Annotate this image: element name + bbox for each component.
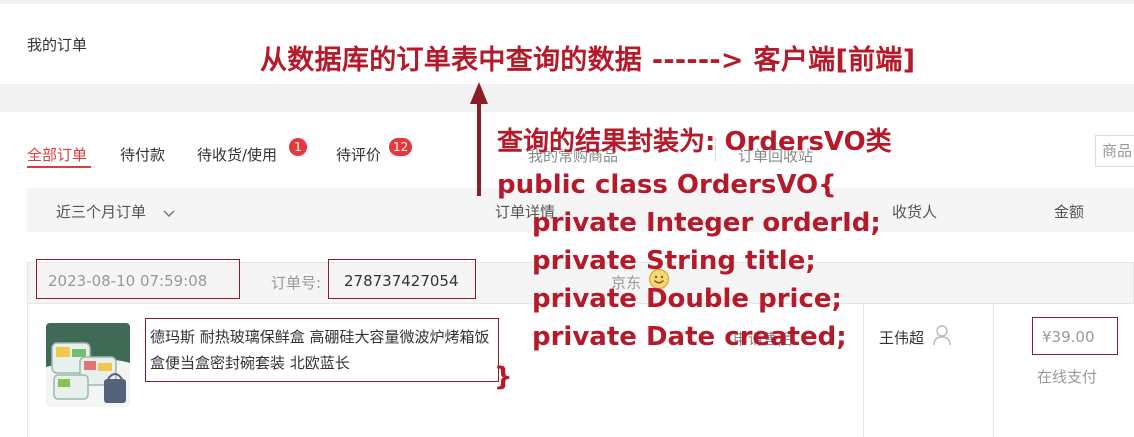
payment-method: 在线支付 bbox=[1037, 368, 1098, 386]
time-filter-dropdown[interactable]: 近三个月订单 bbox=[56, 201, 175, 222]
time-filter-label: 近三个月订单 bbox=[56, 203, 147, 221]
pending-review-badge: 12 bbox=[389, 138, 413, 156]
divider-band bbox=[0, 84, 1134, 112]
tab-pending-receipt[interactable]: 待收货/使用 bbox=[197, 144, 277, 165]
order-number-label: 订单号: bbox=[271, 274, 322, 292]
annotation-code-line: private Double price; bbox=[532, 284, 842, 314]
annotation-result: 查询的结果封装为: OrdersVO类 bbox=[497, 127, 892, 157]
active-tab-underline bbox=[27, 166, 91, 168]
column-divider bbox=[863, 304, 864, 437]
column-amount: 金额 bbox=[1054, 203, 1085, 221]
column-consignee: 收货人 bbox=[892, 203, 938, 221]
order-number[interactable]: 278737427054 bbox=[344, 272, 459, 290]
annotation-code-line: public class OrdersVO{ bbox=[497, 170, 837, 200]
column-divider bbox=[993, 304, 994, 437]
pending-receipt-badge: 1 bbox=[289, 138, 307, 156]
tab-pending-review[interactable]: 待评价 bbox=[336, 144, 381, 165]
product-thumbnail[interactable] bbox=[46, 323, 130, 407]
consignee-name: 王伟超 bbox=[879, 329, 925, 347]
order-price: ¥39.00 bbox=[1042, 328, 1095, 346]
annotation-code-line: private Integer orderId; bbox=[532, 208, 881, 238]
product-title[interactable]: 德玛斯 耐热玻璃保鲜盒 高硼硅大容量微波炉烤箱饭盒便当盒密封碗套装 北欧蓝长 bbox=[150, 324, 490, 376]
annotation-code-line: private String title; bbox=[532, 246, 816, 276]
arrow-up-icon bbox=[467, 80, 491, 202]
annotation-code-line: } bbox=[494, 362, 513, 392]
annotation-main: 从数据库的订单表中查询的数据 ------> 客户端[前端] bbox=[260, 45, 916, 76]
tab-pending-payment[interactable]: 待付款 bbox=[120, 144, 165, 165]
page-title: 我的订单 bbox=[27, 36, 88, 54]
annotation-code-line: private Date created; bbox=[532, 322, 847, 352]
search-input[interactable]: 商品 bbox=[1095, 135, 1134, 167]
tab-all-orders[interactable]: 全部订单 bbox=[27, 144, 87, 165]
user-icon[interactable] bbox=[932, 324, 952, 350]
chevron-down-icon bbox=[163, 204, 175, 222]
order-datetime: 2023-08-10 07:59:08 bbox=[48, 272, 208, 290]
